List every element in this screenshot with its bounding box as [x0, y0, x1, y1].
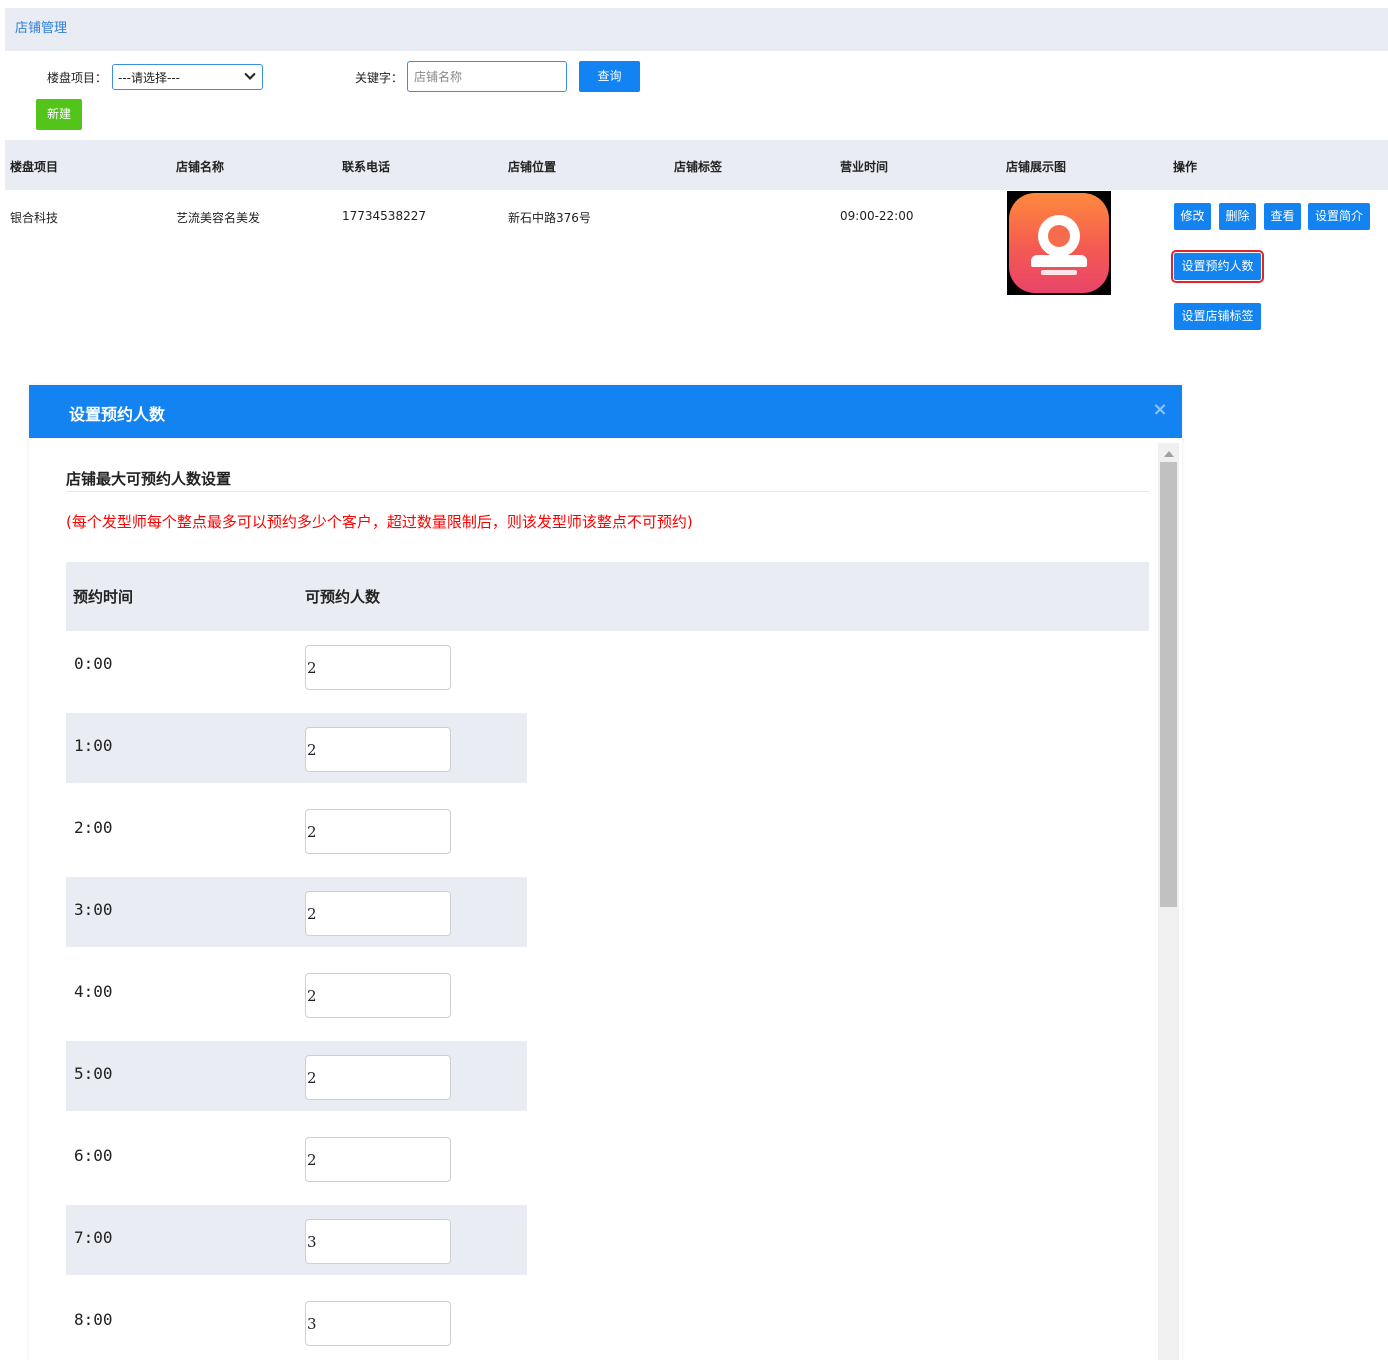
project-select-value: ---请选择---: [118, 71, 180, 85]
table-row: 3:00: [66, 877, 527, 947]
cell-phone: 17734538227: [342, 209, 426, 223]
column-header-phone: 联系电话: [342, 160, 391, 174]
user-avatar-icon: [1009, 193, 1109, 293]
slot-time: 5:00: [74, 1064, 113, 1083]
page-title: 店铺管理: [15, 21, 68, 36]
column-header-actions: 操作: [1173, 160, 1198, 174]
close-icon[interactable]: ×: [1152, 401, 1168, 419]
keyword-search-input[interactable]: [407, 61, 567, 92]
slot-time: 3:00: [74, 900, 113, 919]
modal-title: 设置预约人数: [69, 405, 166, 424]
column-header-project: 楼盘项目: [10, 160, 59, 174]
table-row: 2:00: [66, 795, 527, 865]
table-row: 6:00: [66, 1123, 527, 1193]
column-header-location: 店铺位置: [508, 160, 557, 174]
edit-button[interactable]: 修改: [1174, 203, 1211, 230]
capacity-input[interactable]: [305, 891, 451, 936]
column-header-hours: 营业时间: [840, 160, 889, 174]
scroll-up-arrow-icon[interactable]: [1164, 451, 1174, 457]
column-header-time: 预约时间: [73, 588, 134, 606]
capacity-input[interactable]: [305, 727, 451, 772]
capacity-table-header: 预约时间 可预约人数: [66, 562, 1149, 631]
slot-time: 2:00: [74, 818, 113, 837]
capacity-input[interactable]: [305, 1301, 451, 1346]
chevron-down-icon: [244, 68, 256, 80]
slot-time: 6:00: [74, 1146, 113, 1165]
set-capacity-button[interactable]: 设置预约人数: [1171, 250, 1264, 283]
keyword-filter-label: 关键字：: [355, 71, 404, 85]
delete-button[interactable]: 删除: [1219, 203, 1256, 230]
new-store-button[interactable]: 新建: [36, 99, 82, 130]
section-divider: [66, 491, 1149, 492]
cell-location: 新石中路376号: [508, 211, 591, 225]
cell-hours: 09:00-22:00: [840, 209, 914, 223]
table-row: 1:00: [66, 713, 527, 783]
modal-header: 设置预约人数 ×: [29, 385, 1182, 438]
capacity-input[interactable]: [305, 645, 451, 690]
capacity-input[interactable]: [305, 1219, 451, 1264]
column-header-name: 店铺名称: [176, 160, 225, 174]
cell-name: 艺流美容名美发: [176, 211, 261, 225]
table-row: 4:00: [66, 959, 527, 1029]
store-thumbnail: [1007, 191, 1111, 295]
table-row: 5:00: [66, 1041, 527, 1111]
project-select[interactable]: ---请选择---: [112, 64, 263, 90]
query-button[interactable]: 查询: [579, 61, 640, 92]
set-intro-button[interactable]: 设置简介: [1308, 203, 1370, 230]
slot-time: 7:00: [74, 1228, 113, 1247]
capacity-notice: (每个发型师每个整点最多可以预约多少个客户，超过数量限制后，则该发型师该整点不可…: [66, 513, 693, 531]
table-row: 7:00: [66, 1205, 527, 1275]
slot-time: 8:00: [74, 1310, 113, 1329]
column-header-image: 店铺展示图: [1006, 160, 1067, 174]
view-button[interactable]: 查看: [1264, 203, 1301, 230]
table-row: 8:00: [66, 1287, 527, 1357]
capacity-modal: 设置预约人数 × 店铺最大可预约人数设置 (每个发型师每个整点最多可以预约多少个…: [29, 385, 1182, 1360]
slot-time: 0:00: [74, 654, 113, 673]
column-header-capacity: 可预约人数: [305, 588, 381, 606]
table-row: 0:00: [66, 631, 527, 701]
capacity-input[interactable]: [305, 1055, 451, 1100]
section-title: 店铺最大可预约人数设置: [66, 470, 232, 488]
capacity-input[interactable]: [305, 809, 451, 854]
scrollbar-thumb[interactable]: [1160, 462, 1177, 907]
cell-project: 银合科技: [10, 211, 59, 225]
store-table-header: 楼盘项目 店铺名称 联系电话 店铺位置 店铺标签 营业时间 店铺展示图 操作: [5, 140, 1388, 190]
capacity-input[interactable]: [305, 1137, 451, 1182]
column-header-tag: 店铺标签: [674, 160, 723, 174]
set-tags-button[interactable]: 设置店铺标签: [1174, 303, 1261, 330]
project-filter-label: 楼盘项目：: [47, 71, 108, 85]
slot-time: 1:00: [74, 736, 113, 755]
page-header: 店铺管理: [5, 8, 1388, 51]
slot-time: 4:00: [74, 982, 113, 1001]
modal-scrollbar[interactable]: [1158, 443, 1179, 1360]
capacity-input[interactable]: [305, 973, 451, 1018]
